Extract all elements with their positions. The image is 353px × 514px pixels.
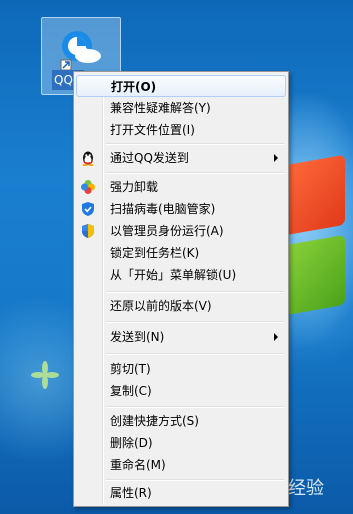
menu-item-restore-previous[interactable]: 还原以前的版本(V)	[76, 295, 286, 317]
menu-item-label: 打开文件位置(I)	[110, 123, 195, 137]
menu-item-label: 删除(D)	[110, 436, 153, 450]
submenu-arrow-icon	[274, 333, 278, 341]
menu-separator	[106, 172, 284, 174]
menu-item-send-to[interactable]: 发送到(N)	[76, 326, 286, 348]
menu-item-label: 重命名(M)	[110, 458, 166, 472]
menu-item-compat-troubleshoot[interactable]: 兼容性疑难解答(Y)	[76, 97, 286, 119]
menu-item-unpin-start[interactable]: 从「开始」菜单解锁(U)	[76, 264, 286, 286]
menu-item-label: 发送到(N)	[110, 330, 165, 344]
menu-item-pin-taskbar[interactable]: 锁定到任务栏(K)	[76, 242, 286, 264]
menu-item-force-uninstall[interactable]: 强力卸载	[76, 176, 286, 198]
menu-item-label: 打开(O)	[111, 80, 157, 94]
windows-logo-wallpaper	[285, 154, 353, 330]
menu-separator	[106, 479, 284, 481]
uac-shield-icon	[82, 224, 94, 238]
menu-item-label: 复制(C)	[110, 384, 152, 398]
menu-item-open[interactable]: 打开(O)	[76, 75, 286, 97]
qq-penguin-icon	[82, 151, 94, 166]
menu-item-label: 兼容性疑难解答(Y)	[110, 101, 211, 115]
menu-item-copy[interactable]: 复制(C)	[76, 380, 286, 402]
menu-item-send-via-qq[interactable]: 通过QQ发送到	[76, 147, 286, 169]
svg-text:经验: 经验	[288, 478, 324, 499]
shield-check-icon	[82, 202, 94, 216]
menu-item-label: 以管理员身份运行(A)	[110, 224, 224, 238]
menu-item-delete[interactable]: 删除(D)	[76, 432, 286, 454]
menu-item-open-file-location[interactable]: 打开文件位置(I)	[76, 119, 286, 141]
menu-item-label: 创建快捷方式(S)	[110, 414, 199, 428]
menu-item-label: 还原以前的版本(V)	[110, 299, 212, 313]
menu-item-create-shortcut[interactable]: 创建快捷方式(S)	[76, 410, 286, 432]
menu-separator	[106, 143, 284, 145]
context-menu: 打开(O) 兼容性疑难解答(Y) 打开文件位置(I) 通过QQ发送到 强力卸载	[73, 71, 289, 507]
menu-item-label: 属性(R)	[110, 486, 152, 500]
menu-separator	[106, 353, 284, 355]
menu-item-label: 通过QQ发送到	[110, 151, 189, 165]
menu-item-cut[interactable]: 剪切(T)	[76, 358, 286, 380]
menu-separator	[106, 321, 284, 323]
menu-item-scan-virus[interactable]: 扫描病毒(电脑管家)	[76, 198, 286, 220]
menu-item-label: 强力卸载	[110, 180, 159, 194]
menu-item-properties[interactable]: 属性(R)	[76, 482, 286, 504]
wallpaper-flower-icon	[31, 361, 59, 389]
menu-item-label: 从「开始」菜单解锁(U)	[110, 268, 237, 282]
pinwheel-icon	[81, 180, 95, 194]
menu-item-run-as-admin[interactable]: 以管理员身份运行(A)	[76, 220, 286, 242]
menu-item-rename[interactable]: 重命名(M)	[76, 454, 286, 476]
menu-separator	[106, 291, 284, 293]
menu-item-label: 锁定到任务栏(K)	[110, 246, 200, 260]
menu-separator	[106, 406, 284, 408]
menu-item-label: 扫描病毒(电脑管家)	[110, 202, 216, 216]
menu-item-label: 剪切(T)	[110, 362, 151, 376]
submenu-arrow-icon	[274, 154, 278, 162]
qq-browser-icon	[60, 31, 101, 71]
